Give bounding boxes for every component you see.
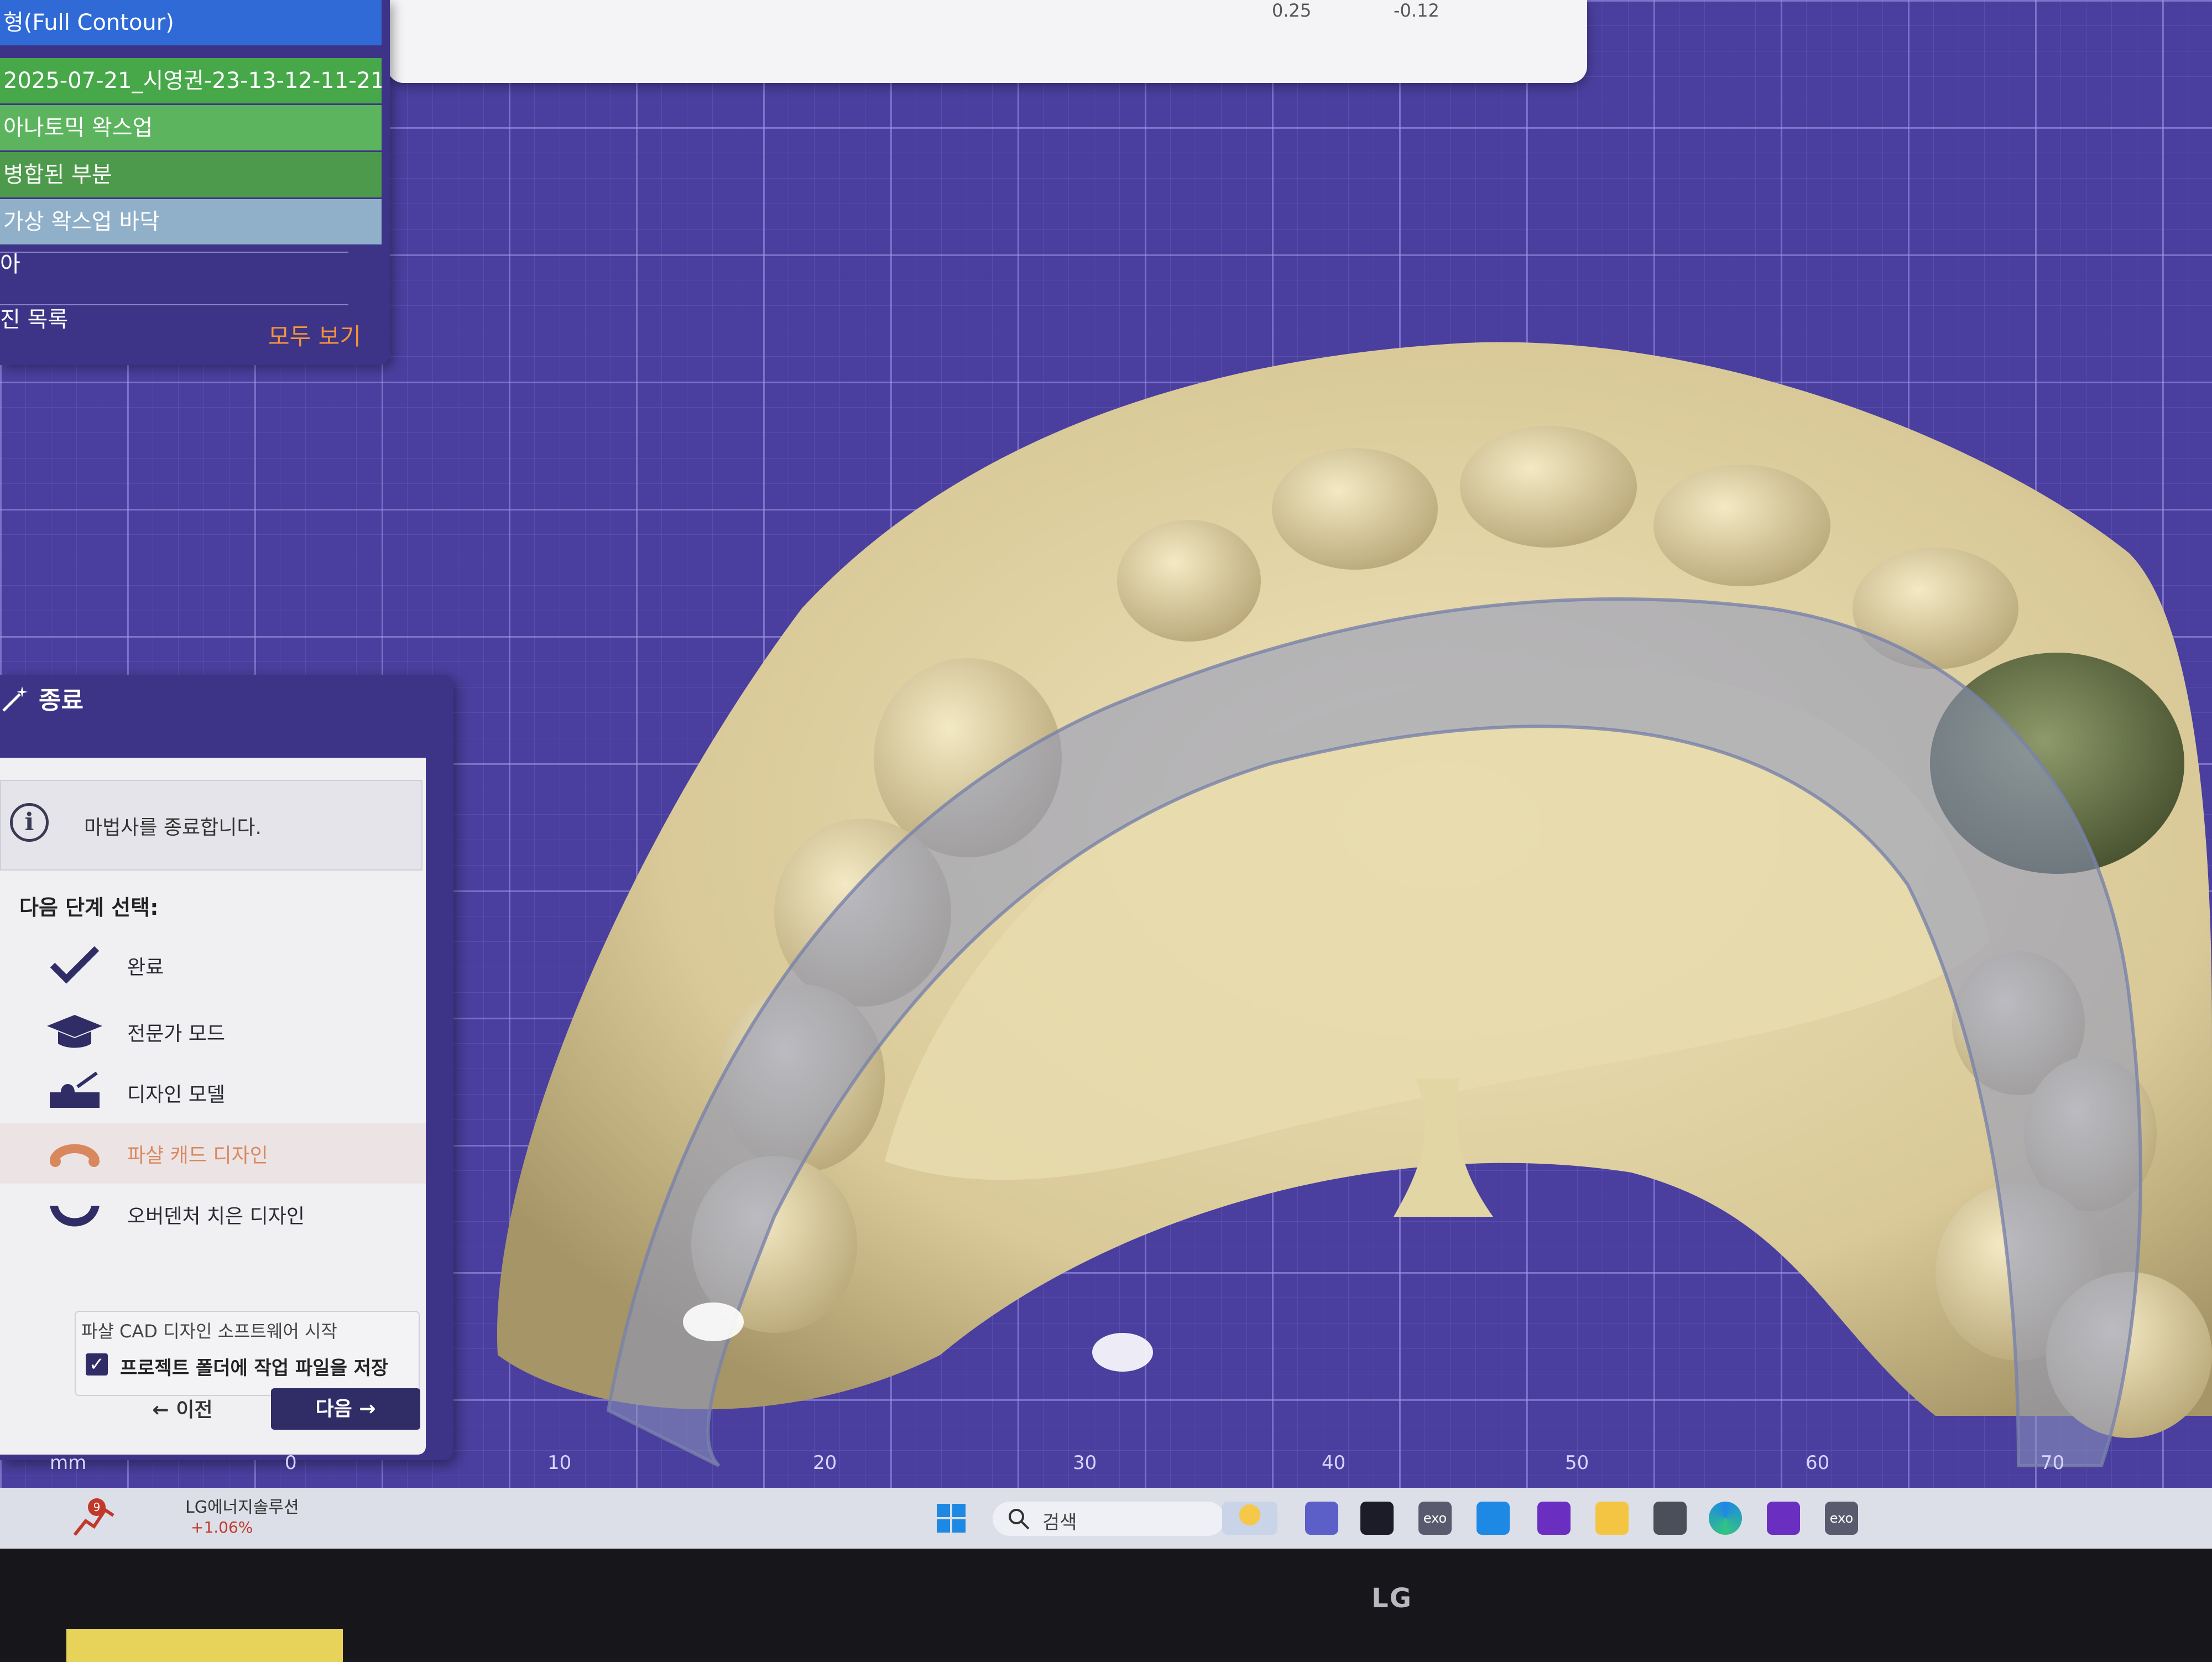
axis-tick: 70 bbox=[2041, 1452, 2065, 1474]
light-reflection-1 bbox=[683, 1302, 744, 1341]
option-expert-mode[interactable]: 전문가 모드 bbox=[0, 1001, 426, 1062]
wizard-title: 종료 bbox=[39, 686, 84, 715]
layer-label: 가상 왁스업 바닥 bbox=[3, 209, 160, 235]
info-icon: i bbox=[10, 803, 49, 842]
stock-widget[interactable]: 9 LG에너지솔루션 +1.06% bbox=[72, 1488, 304, 1549]
save-work-files-label[interactable]: 프로젝트 폴더에 작업 파일을 저장 bbox=[120, 1353, 388, 1380]
file-explorer-icon[interactable] bbox=[1595, 1502, 1629, 1535]
option-overdenture-gingiva[interactable]: 오버덴처 치은 디자인 bbox=[0, 1184, 426, 1244]
view-all-link[interactable]: 모두 보기 bbox=[268, 318, 361, 352]
calculator-icon[interactable] bbox=[1653, 1502, 1687, 1535]
stock-chart-icon: 9 bbox=[73, 1498, 114, 1536]
wizard-body: i 마법사를 종료합니다. 다음 단계 선택: 완료 전문가 모드 디자인 모델… bbox=[0, 758, 426, 1455]
cad-viewport[interactable]: 0.25 -0.12 형(Full Contour) 2025-07-21_시영… bbox=[0, 0, 2212, 1549]
layer-label: 형(Full Contour) bbox=[3, 10, 174, 35]
option-design-model[interactable]: 디자인 모델 bbox=[0, 1062, 426, 1123]
monitor-brand-logo: LG bbox=[1371, 1583, 1412, 1614]
weather-icon[interactable] bbox=[1222, 1502, 1277, 1535]
next-step-label: 다음 단계 선택: bbox=[19, 895, 159, 920]
checkmark-icon bbox=[50, 946, 100, 984]
layer-item[interactable]: 병합된 부분 bbox=[0, 152, 382, 197]
exocad-icon[interactable]: exo bbox=[1825, 1502, 1858, 1535]
edge-browser-icon[interactable] bbox=[1709, 1502, 1742, 1535]
layer-item[interactable]: 아나토믹 왁스업 bbox=[0, 105, 382, 150]
save-work-files-checkbox[interactable]: ✓ bbox=[86, 1353, 108, 1376]
option-label: 전문가 모드 bbox=[127, 1023, 226, 1045]
app-icon[interactable] bbox=[1537, 1502, 1571, 1535]
light-reflection-2 bbox=[1092, 1333, 1153, 1372]
measurement-card: 0.25 -0.12 bbox=[387, 0, 1587, 83]
prev-button[interactable]: ← 이전 bbox=[127, 1391, 238, 1430]
layer-extra-item[interactable]: 아 bbox=[0, 246, 20, 278]
app-icon[interactable] bbox=[1477, 1502, 1510, 1535]
windows-taskbar: 9 LG에너지솔루션 +1.06% 검색 exo exo bbox=[0, 1488, 2212, 1549]
stock-badge: 9 bbox=[93, 1501, 101, 1514]
option-partial-cad-design[interactable]: 파샬 캐드 디자인 bbox=[0, 1123, 426, 1184]
layer-label: 아나토믹 왁스업 bbox=[3, 115, 153, 140]
measurement-value-1: 0.25 bbox=[1272, 0, 1312, 21]
magic-wand-icon bbox=[2, 686, 28, 712]
remote-app-icon[interactable] bbox=[1360, 1502, 1394, 1535]
axis-unit: mm bbox=[50, 1452, 87, 1474]
search-icon bbox=[1009, 1509, 1030, 1530]
layer-item[interactable]: 가상 왁스업 바닥 bbox=[0, 199, 382, 244]
measurement-value-2: -0.12 bbox=[1394, 0, 1439, 21]
sticky-note bbox=[66, 1629, 343, 1662]
divider bbox=[0, 304, 348, 305]
exocad-icon[interactable]: exo bbox=[1418, 1502, 1452, 1535]
partial-denture-icon bbox=[50, 1144, 100, 1167]
option-label: 디자인 모델 bbox=[127, 1083, 226, 1106]
axis-tick: 60 bbox=[1806, 1452, 1830, 1474]
divider bbox=[0, 252, 348, 253]
graduation-cap-icon bbox=[47, 1015, 102, 1048]
overdenture-icon bbox=[50, 1206, 100, 1227]
axis-tick: 0 bbox=[285, 1452, 297, 1474]
info-text: 마법사를 종료합니다. bbox=[84, 816, 262, 839]
layer-label: 2025-07-21_시영권-23-13-12-11-21-2... bbox=[3, 68, 382, 93]
info-box: i 마법사를 종료합니다. bbox=[0, 780, 422, 871]
wizard-panel: 종료 i 마법사를 종료합니다. 다음 단계 선택: 완료 전문가 모드 디자인… bbox=[0, 675, 453, 1460]
axis-tick: 40 bbox=[1322, 1452, 1346, 1474]
layer-label: 병합된 부분 bbox=[3, 162, 112, 187]
layer-item[interactable]: 형(Full Contour) bbox=[0, 0, 382, 45]
option-label: 파샬 캐드 디자인 bbox=[127, 1144, 268, 1167]
windows-start-icon[interactable] bbox=[935, 1502, 968, 1535]
stock-name: LG에너지솔루션 bbox=[185, 1498, 299, 1517]
app-icon[interactable] bbox=[1767, 1502, 1800, 1535]
option-complete[interactable]: 완료 bbox=[0, 935, 426, 996]
list-title: 진 목록 bbox=[0, 307, 69, 332]
next-button[interactable]: 다음 → bbox=[271, 1388, 420, 1430]
monitor-bezel bbox=[0, 1549, 2212, 1662]
axis-tick: 50 bbox=[1565, 1452, 1589, 1474]
launch-text: 파샬 CAD 디자인 소프트웨어 시작 bbox=[81, 1321, 337, 1342]
taskbar-search[interactable]: 검색 bbox=[993, 1502, 1225, 1536]
axis-tick: 20 bbox=[813, 1452, 837, 1474]
layer-item[interactable]: 2025-07-21_시영권-23-13-12-11-21-2... bbox=[0, 58, 382, 103]
launch-options-box: 파샬 CAD 디자인 소프트웨어 시작 ✓ 프로젝트 폴더에 작업 파일을 저장 bbox=[75, 1311, 420, 1396]
axis-tick: 30 bbox=[1073, 1452, 1097, 1474]
layer-panel: 형(Full Contour) 2025-07-21_시영권-23-13-12-… bbox=[0, 0, 390, 365]
option-label: 완료 bbox=[127, 956, 164, 979]
teams-icon[interactable] bbox=[1305, 1502, 1338, 1535]
stock-change: +1.06% bbox=[191, 1518, 253, 1536]
option-label: 오버덴처 치은 디자인 bbox=[127, 1205, 305, 1228]
search-placeholder: 검색 bbox=[1042, 1512, 1077, 1534]
model-icon bbox=[50, 1071, 100, 1108]
axis-tick: 10 bbox=[547, 1452, 572, 1474]
